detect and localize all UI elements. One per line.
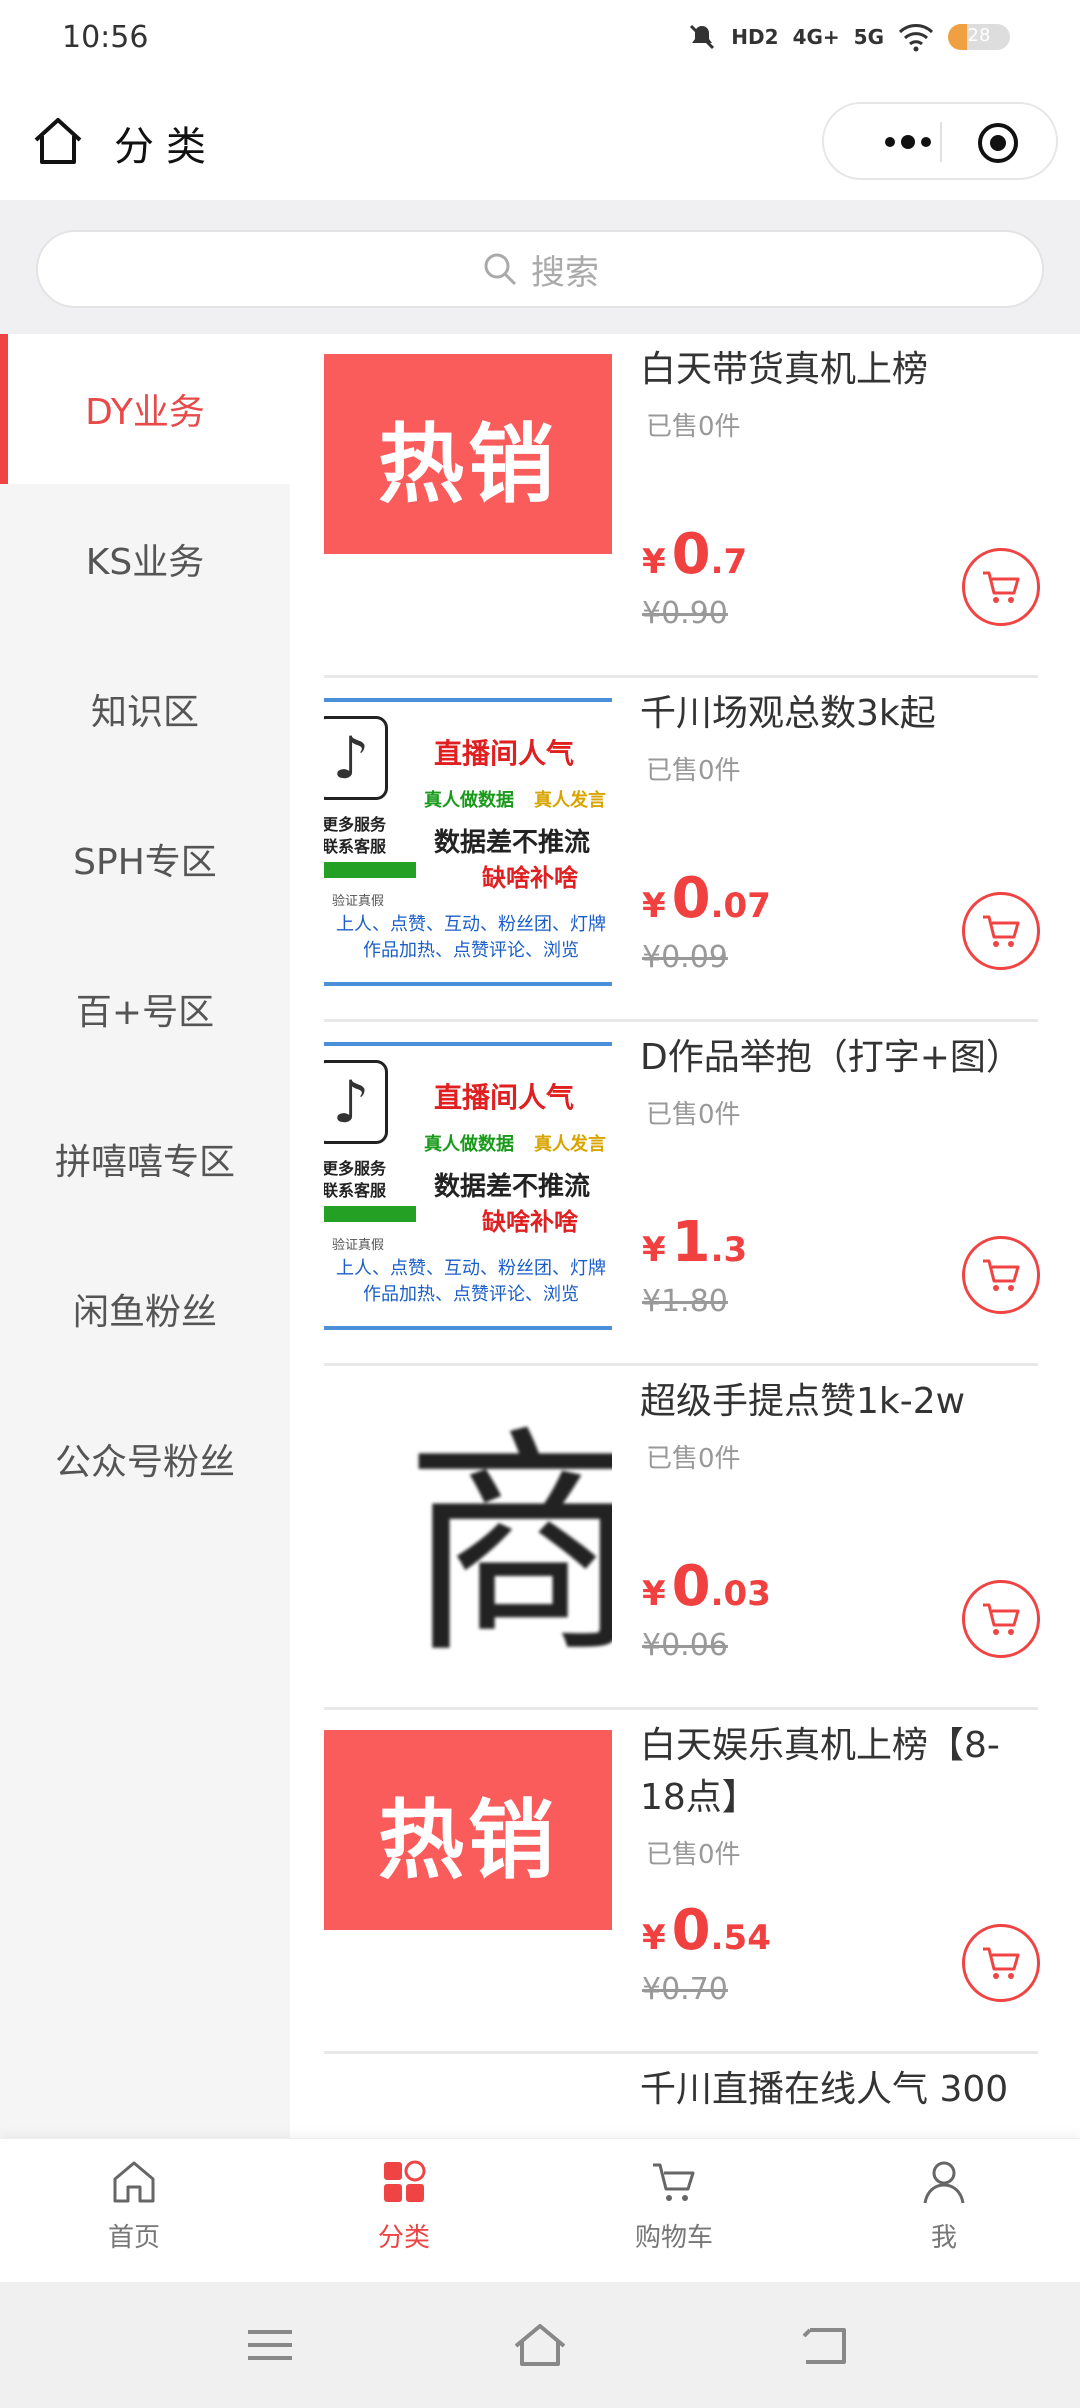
cart-icon bbox=[983, 571, 1020, 603]
product-price: ¥0.54 bbox=[642, 1898, 771, 1963]
signal-4g-indicator: 4G+ bbox=[792, 25, 840, 49]
home-icon[interactable] bbox=[30, 114, 86, 170]
category-sidebar: DY业务 KS业务 知识区 SPH专区 百+号区 拼嘻嘻专区 闲鱼粉丝 公众号粉… bbox=[0, 334, 290, 2138]
menu-icon[interactable] bbox=[242, 2320, 298, 2370]
page-title: 分类 bbox=[114, 124, 218, 170]
tab-cart[interactable]: 购物车 bbox=[574, 2157, 774, 2267]
search-placeholder: 搜索 bbox=[531, 252, 599, 293]
sidebar-item-gongzhonghao[interactable]: 公众号粉丝 bbox=[0, 1384, 290, 1534]
signal-5g-indicator: 5G bbox=[853, 25, 884, 49]
product-thumbnail: 热销 bbox=[324, 354, 612, 642]
status-icons: HD2 4G+ 5G 28 bbox=[687, 22, 1010, 52]
product-thumbnail: ♪ 直播间人气 真人做数据 真人发言 数据差不推流 缺啥补啥 更多服务 联系客服… bbox=[324, 1042, 612, 1330]
add-to-cart-button[interactable] bbox=[962, 1924, 1040, 2002]
bottom-tab-bar: 首页 分类 购物车 我 bbox=[0, 2138, 1080, 2282]
product-card[interactable]: 热销 白天娱乐真机上榜【8-18点】 已售0件 ¥0.54 ¥0.70 bbox=[324, 1710, 1040, 2054]
add-to-cart-button[interactable] bbox=[962, 892, 1040, 970]
nav-bar: 分类 bbox=[0, 80, 1080, 200]
product-sold: 已售0件 bbox=[646, 412, 741, 442]
product-sold: 已售0件 bbox=[646, 1840, 741, 1870]
cart-icon bbox=[653, 2163, 695, 2201]
tab-home[interactable]: 首页 bbox=[34, 2157, 234, 2267]
product-price: ¥0.7 bbox=[642, 522, 748, 587]
product-card[interactable]: ♪ 直播间人气 真人做数据 真人发言 数据差不推流 缺啥补啥 更多服务 联系客服… bbox=[324, 1022, 1040, 1366]
system-navigation-bar bbox=[0, 2282, 1080, 2408]
sidebar-item-xianyu[interactable]: 闲鱼粉丝 bbox=[0, 1234, 290, 1384]
category-icon bbox=[384, 2160, 426, 2202]
product-card[interactable]: 商 超级手提点赞1k-2w 已售0件 ¥0.03 ¥0.06 bbox=[324, 1366, 1040, 1710]
product-name: 超级手提点赞1k-2w bbox=[640, 1381, 966, 1422]
product-thumbnail: 商 bbox=[324, 1386, 612, 1674]
tiktok-logo: ♪ bbox=[324, 716, 388, 800]
product-list: 热销 白天带货真机上榜 已售0件 ¥0.7 ¥0.90 ♪ 直播间人气 真人做数… bbox=[290, 334, 1080, 2138]
wifi-icon bbox=[898, 24, 934, 52]
product-price: ¥0.07 bbox=[642, 866, 771, 931]
mini-program-capsule bbox=[822, 102, 1058, 180]
tab-me[interactable]: 我 bbox=[844, 2157, 1044, 2267]
product-card[interactable]: ♪ 直播间人气 真人做数据 真人发言 数据差不推流 缺啥补啥 更多服务 联系客服… bbox=[324, 678, 1040, 1022]
sidebar-item-knowledge[interactable]: 知识区 bbox=[0, 634, 290, 784]
product-name: 白天娱乐真机上榜【8-18点】 bbox=[640, 1725, 1000, 1818]
capsule-divider bbox=[940, 122, 942, 162]
search-input[interactable]: 搜索 bbox=[36, 230, 1044, 308]
add-to-cart-button[interactable] bbox=[962, 1580, 1040, 1658]
product-price: ¥1.3 bbox=[642, 1210, 748, 1275]
product-original-price: ¥0.06 bbox=[642, 1628, 728, 1663]
product-card[interactable]: 千川直播在线人气 300 bbox=[324, 2054, 1038, 2138]
cart-icon bbox=[983, 915, 1020, 947]
close-target-icon[interactable] bbox=[976, 121, 1020, 165]
tiktok-logo: ♪ bbox=[324, 1060, 388, 1144]
hot-sale-label: 热销 bbox=[378, 415, 558, 515]
mute-icon bbox=[690, 24, 715, 50]
add-to-cart-button[interactable] bbox=[962, 1236, 1040, 1314]
sidebar-item-pinxixi[interactable]: 拼嘻嘻专区 bbox=[0, 1084, 290, 1234]
status-time: 10:56 bbox=[62, 20, 149, 55]
cart-icon bbox=[983, 1259, 1020, 1291]
more-icon[interactable] bbox=[878, 130, 938, 154]
product-original-price: ¥0.90 bbox=[642, 596, 728, 631]
cart-icon bbox=[983, 1603, 1020, 1635]
product-name: 千川场观总数3k起 bbox=[640, 693, 936, 734]
product-thumbnail: 热销 bbox=[324, 1730, 612, 2018]
add-to-cart-button[interactable] bbox=[962, 548, 1040, 626]
sidebar-item-ks[interactable]: KS业务 bbox=[0, 484, 290, 634]
cart-icon bbox=[983, 1947, 1020, 1979]
user-icon bbox=[923, 2161, 965, 2204]
product-thumbnail: ♪ 直播间人气 真人做数据 真人发言 数据差不推流 缺啥补啥 更多服务 联系客服… bbox=[324, 698, 612, 986]
hd-indicator: HD2 bbox=[731, 25, 779, 49]
system-home-icon[interactable] bbox=[512, 2320, 568, 2370]
product-name: 千川直播在线人气 300 bbox=[640, 2069, 1009, 2110]
product-original-price: ¥0.70 bbox=[642, 1972, 728, 2007]
sidebar-item-baijia[interactable]: 百+号区 bbox=[0, 934, 290, 1084]
home-icon bbox=[113, 2161, 155, 2203]
status-bar: 10:56 HD2 4G+ 5G 28 bbox=[0, 0, 1080, 80]
product-sold: 已售0件 bbox=[646, 1444, 741, 1474]
product-card[interactable]: 热销 白天带货真机上榜 已售0件 ¥0.7 ¥0.90 bbox=[324, 334, 1040, 678]
sidebar-item-sph[interactable]: SPH专区 bbox=[0, 784, 290, 934]
search-bar: 搜索 bbox=[0, 200, 1080, 334]
tab-category[interactable]: 分类 bbox=[304, 2157, 504, 2267]
product-price: ¥0.03 bbox=[642, 1554, 771, 1619]
product-sold: 已售0件 bbox=[646, 1100, 741, 1130]
sidebar-item-dy[interactable]: DY业务 bbox=[0, 334, 290, 484]
back-icon[interactable] bbox=[798, 2320, 854, 2370]
product-original-price: ¥1.80 bbox=[642, 1284, 728, 1319]
hot-sale-label: 热销 bbox=[378, 1791, 558, 1891]
product-sold: 已售0件 bbox=[646, 756, 741, 786]
product-name: D作品举抱（打字+图） bbox=[640, 1037, 1022, 1078]
battery-indicator: 28 bbox=[948, 24, 1010, 50]
search-icon bbox=[484, 253, 517, 286]
product-name: 白天带货真机上榜 bbox=[640, 349, 929, 390]
product-original-price: ¥0.09 bbox=[642, 940, 728, 975]
